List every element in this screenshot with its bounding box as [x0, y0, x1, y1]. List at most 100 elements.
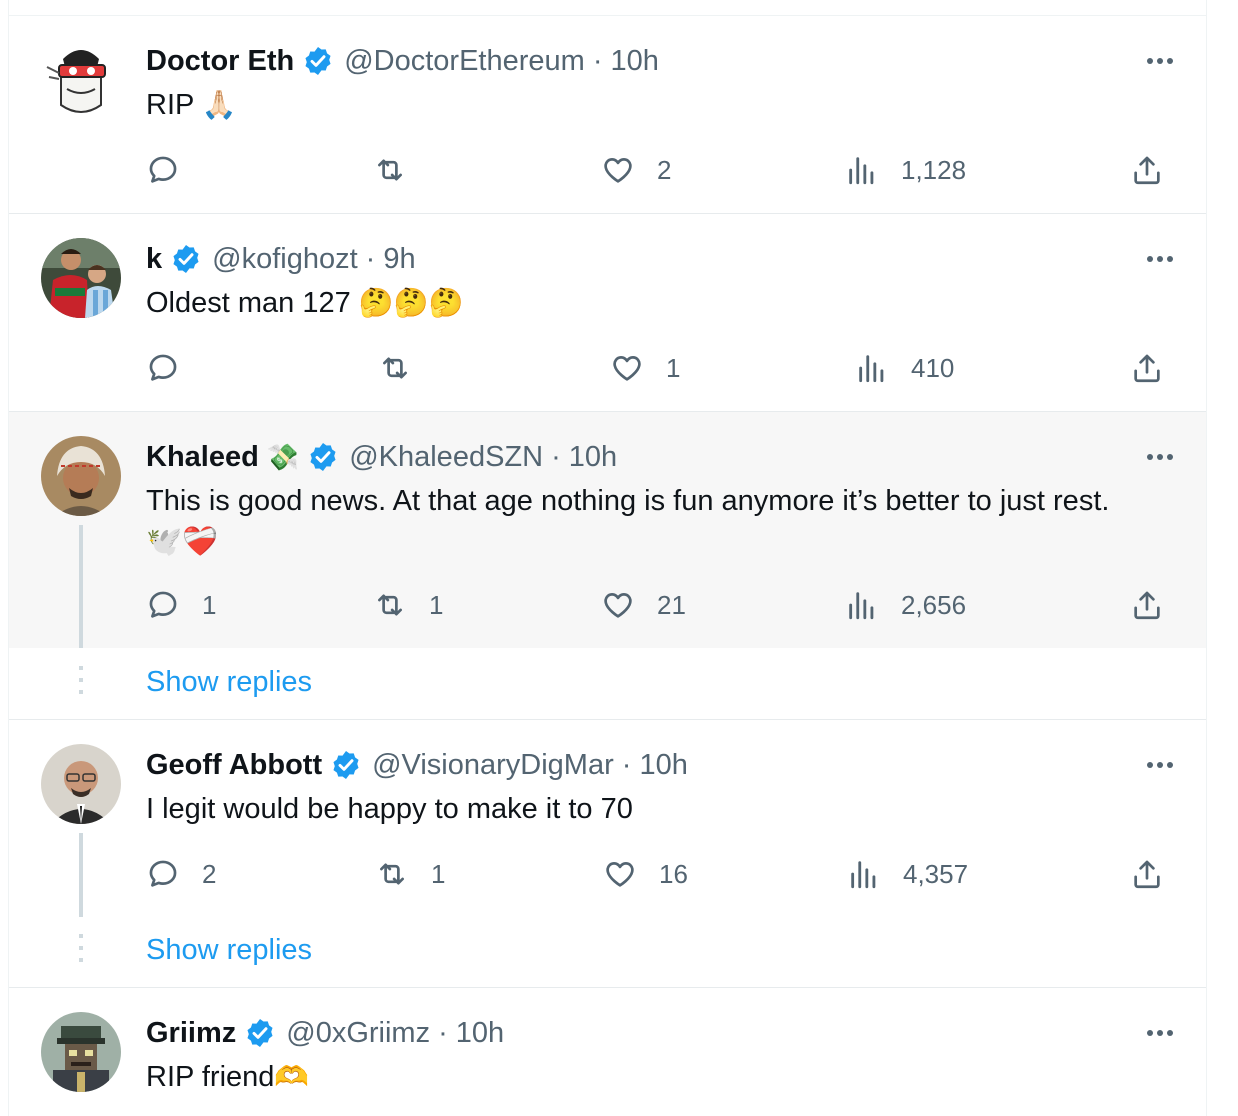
- retweet-icon: [383, 357, 407, 379]
- tweet-text: RIP friend🫶: [146, 1057, 309, 1097]
- like-count: 16: [659, 858, 688, 889]
- timestamp[interactable]: 10h: [456, 1017, 504, 1050]
- share-icon: [1134, 354, 1160, 383]
- view-count: 1,128: [901, 154, 967, 185]
- share-button[interactable]: [1130, 585, 1164, 625]
- more-options-icon[interactable]: [1140, 753, 1180, 777]
- more-options-icon[interactable]: [1140, 445, 1180, 469]
- avatar[interactable]: [41, 744, 121, 824]
- separator-dot: ·: [438, 1016, 448, 1049]
- tweet-text-body: This is good news. At that age nothing i…: [146, 485, 1110, 517]
- views-chart-icon: [849, 157, 874, 185]
- views-chart-icon: [859, 355, 884, 383]
- like-button[interactable]: 1: [610, 348, 680, 388]
- show-replies-link[interactable]: Show replies: [146, 934, 312, 967]
- like-button[interactable]: 21: [601, 585, 686, 625]
- verified-badge-icon: [333, 751, 359, 779]
- author-handle[interactable]: @kofighozt: [212, 243, 358, 276]
- share-button[interactable]: [1130, 150, 1164, 190]
- retweet-button[interactable]: 1: [373, 585, 443, 625]
- thread-continuation: [79, 934, 83, 970]
- tweet[interactable]: k @kofighozt · 9h Oldest man 127 🤔🤔🤔 1 4…: [9, 214, 1206, 411]
- pixel-art-avatar-icon: [41, 1012, 121, 1092]
- avatar[interactable]: [41, 39, 121, 119]
- author-name[interactable]: Griimz: [146, 1017, 236, 1050]
- reply-feed: Doctor Eth @DoctorEthereum · 10h RIP 🙏🏻 …: [8, 0, 1207, 1116]
- tweet-header: Geoff Abbott @VisionaryDigMar · 10h: [146, 747, 688, 783]
- tweet-text: Oldest man 127 🤔🤔🤔: [146, 283, 463, 323]
- action-bar: 2 1 16 4,357: [9, 854, 1206, 894]
- views-button[interactable]: 2,656: [845, 585, 966, 625]
- reply-count: 1: [202, 589, 217, 620]
- tweet-emoji: 🫶: [274, 1061, 310, 1092]
- share-icon: [1134, 156, 1160, 185]
- views-button[interactable]: 1,128: [845, 150, 966, 190]
- tweet[interactable]: Geoff Abbott @VisionaryDigMar · 10h I le…: [9, 720, 1206, 920]
- man-headscarf-avatar-icon: [41, 436, 121, 516]
- retweet-button[interactable]: [373, 150, 429, 190]
- verified-badge-icon: [173, 245, 199, 273]
- tweet-header: Griimz @0xGriimz · 10h: [146, 1015, 504, 1051]
- avatar[interactable]: [41, 238, 121, 318]
- timestamp[interactable]: 10h: [610, 45, 658, 78]
- tweet-emoji: 🕊️❤️‍🩹: [146, 526, 219, 558]
- timestamp[interactable]: 10h: [569, 441, 617, 474]
- verified-badge-icon: [305, 47, 331, 75]
- like-button[interactable]: 16: [603, 854, 688, 894]
- separator-dot: ·: [551, 440, 561, 473]
- thread-continuation: [79, 666, 83, 702]
- reply-button[interactable]: [146, 348, 202, 388]
- like-button[interactable]: 2: [601, 150, 671, 190]
- like-count: 21: [657, 589, 686, 620]
- reply-icon: [149, 354, 177, 381]
- tweet-emoji: 🤔🤔🤔: [358, 287, 464, 318]
- retweet-icon: [378, 594, 402, 616]
- view-count: 2,656: [901, 589, 967, 620]
- author-name[interactable]: Doctor Eth: [146, 45, 294, 78]
- separator-dot: ·: [365, 242, 376, 275]
- action-bar: 1 410: [9, 348, 1206, 388]
- tweet-header: Doctor Eth @DoctorEthereum · 10h: [146, 43, 659, 79]
- avatar[interactable]: [41, 1012, 121, 1092]
- reply-icon: [149, 156, 177, 183]
- like-count: 1: [666, 352, 681, 383]
- tweet-emoji: 🙏🏻: [201, 89, 237, 120]
- author-handle[interactable]: @DoctorEthereum: [344, 45, 585, 78]
- man-suit-avatar-icon: [41, 744, 121, 824]
- retweet-count: 1: [429, 589, 444, 620]
- show-replies-link[interactable]: Show replies: [146, 666, 312, 699]
- view-count: 4,357: [903, 858, 969, 889]
- separator-dot: ·: [592, 44, 603, 77]
- author-handle[interactable]: @KhaleedSZN: [349, 441, 543, 474]
- retweet-button[interactable]: 1: [375, 854, 445, 894]
- tweet-header: Khaleed 💸 @KhaleedSZN · 10h: [146, 439, 617, 475]
- author-handle[interactable]: @VisionaryDigMar: [372, 749, 614, 782]
- author-name[interactable]: Khaleed: [146, 441, 259, 474]
- avatar[interactable]: [41, 436, 121, 516]
- views-button[interactable]: 4,357: [847, 854, 968, 894]
- retweet-button[interactable]: [378, 348, 434, 388]
- more-options-icon[interactable]: [1140, 49, 1180, 73]
- author-name[interactable]: Geoff Abbott: [146, 749, 322, 782]
- author-name[interactable]: k: [146, 243, 162, 276]
- share-button[interactable]: [1130, 854, 1164, 894]
- tweet[interactable]: Griimz @0xGriimz · 10h RIP friend🫶: [9, 988, 1206, 1116]
- tweet-text-body: RIP friend: [146, 1061, 275, 1093]
- timestamp[interactable]: 9h: [383, 243, 415, 276]
- reply-button[interactable]: 1: [146, 585, 216, 625]
- more-options-icon[interactable]: [1140, 1021, 1180, 1045]
- views-button[interactable]: 410: [855, 348, 954, 388]
- reply-button[interactable]: 2: [146, 854, 216, 894]
- football-players-avatar-icon: [41, 238, 121, 318]
- heart-icon: [604, 593, 632, 618]
- tweet[interactable]: Khaleed 💸 @KhaleedSZN · 10h This is good…: [9, 412, 1206, 648]
- tweet-header: k @kofighozt · 9h: [146, 241, 416, 277]
- reply-button[interactable]: [146, 150, 202, 190]
- share-button[interactable]: [1130, 348, 1164, 388]
- timestamp[interactable]: 10h: [639, 749, 687, 782]
- more-options-icon[interactable]: [1140, 247, 1180, 271]
- retweet-count: 1: [431, 858, 446, 889]
- tweet-text-body: RIP: [146, 89, 194, 121]
- author-handle[interactable]: @0xGriimz: [286, 1017, 430, 1050]
- tweet[interactable]: Doctor Eth @DoctorEthereum · 10h RIP 🙏🏻 …: [9, 16, 1206, 213]
